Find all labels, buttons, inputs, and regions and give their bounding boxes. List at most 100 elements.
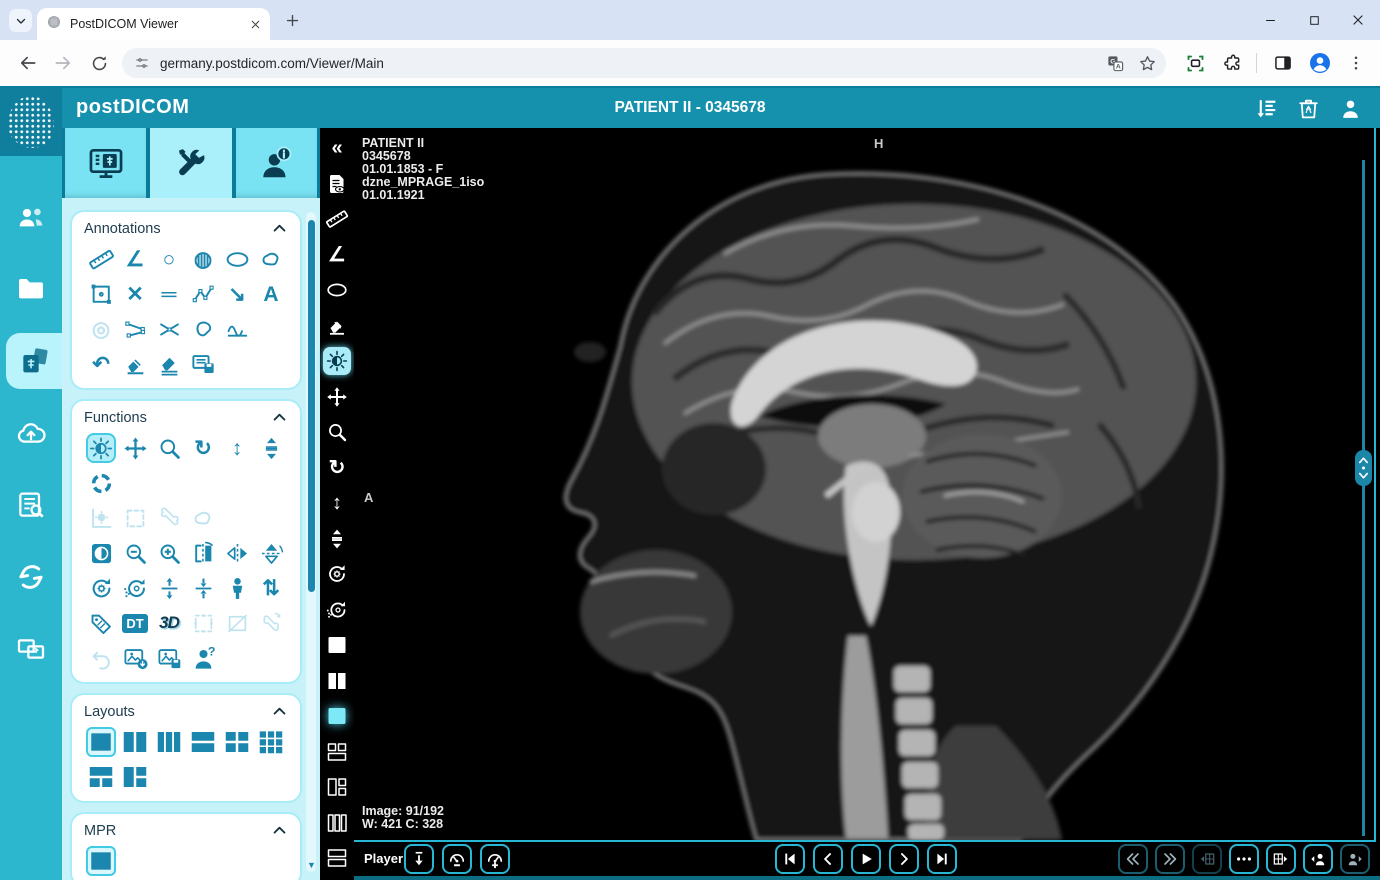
annotations-header[interactable]: Annotations [84, 220, 288, 237]
roi-dashed-icon[interactable] [120, 503, 150, 533]
rotate-icon[interactable]: ↻ [323, 454, 351, 482]
sync-icon[interactable] [14, 560, 48, 594]
fast-backward-icon[interactable] [1118, 844, 1148, 874]
patient-info-icon[interactable] [235, 128, 317, 198]
zoom-out-icon[interactable] [120, 538, 150, 568]
bookmark-star-icon[interactable] [1134, 50, 1160, 76]
patient-orientation-icon[interactable] [222, 573, 252, 603]
flip-page-icon[interactable] [188, 538, 218, 568]
eraser-icon[interactable] [323, 312, 351, 340]
patient-query-icon[interactable]: ? [188, 643, 218, 673]
layout-1x2-filled-icon[interactable] [323, 667, 351, 695]
url-bar[interactable]: germany.postdicom.com/Viewer/Main GA [122, 48, 1166, 78]
cloud-upload-icon[interactable] [14, 416, 48, 450]
nav-play-icon[interactable] [851, 844, 881, 874]
nav-last-icon[interactable] [927, 844, 957, 874]
o-1left-2right-icon[interactable] [323, 773, 351, 801]
rotate-icon[interactable]: ↻ [188, 433, 218, 463]
chevron-up-icon[interactable] [271, 409, 288, 426]
scroll-vertical-icon[interactable]: ↕ [323, 489, 351, 517]
browser-tab[interactable]: PostDICOM Viewer [37, 8, 270, 40]
window-minimize-icon[interactable] [1260, 10, 1280, 30]
sort-list-icon[interactable] [1253, 95, 1280, 122]
closed-freehand-icon[interactable] [188, 314, 218, 344]
series-next-icon[interactable] [1266, 844, 1296, 874]
screen-share-icon[interactable] [14, 632, 48, 666]
ruler-icon[interactable] [323, 205, 351, 233]
parallel-lines-icon[interactable]: ═ [154, 279, 184, 309]
scroll-vertical-icon[interactable]: ↕ [222, 433, 252, 463]
image-download-icon[interactable] [120, 643, 150, 673]
ellipse-icon[interactable] [222, 244, 252, 274]
image-scroll-track[interactable] [1362, 160, 1365, 836]
tools-icon[interactable] [150, 128, 232, 198]
reload-icon[interactable] [84, 48, 114, 78]
mpr-cut-icon[interactable] [86, 846, 116, 876]
layout-1left-2right-icon[interactable] [120, 762, 150, 792]
sidebar-toggle-icon[interactable] [1268, 48, 1298, 78]
crop-icon[interactable] [222, 608, 252, 638]
magnify-icon[interactable] [154, 433, 184, 463]
image-save-icon[interactable] [154, 643, 184, 673]
arrow-icon[interactable]: ↘ [222, 279, 252, 309]
nav-next-icon[interactable] [889, 844, 919, 874]
nav-prev-icon[interactable] [813, 844, 843, 874]
forward-icon[interactable] [48, 48, 78, 78]
freehand-icon[interactable] [256, 244, 286, 274]
cross-measure-icon[interactable]: ✕ [120, 279, 150, 309]
trash-icon[interactable] [1295, 95, 1322, 122]
new-tab-icon[interactable] [281, 9, 303, 31]
rect-roi-icon[interactable] [86, 279, 116, 309]
tab-close-icon[interactable] [250, 19, 261, 30]
ruler-icon[interactable] [86, 244, 116, 274]
flip-horizontal-icon[interactable] [222, 538, 252, 568]
o-3col-icon[interactable] [323, 809, 351, 837]
target-circle-icon[interactable] [86, 468, 116, 498]
cobb-angle-icon[interactable] [120, 314, 150, 344]
extensions-icon[interactable] [1218, 48, 1248, 78]
panel-scrollbar-thumb[interactable] [307, 220, 315, 592]
nav-first-icon[interactable] [775, 844, 805, 874]
report-view-icon[interactable] [323, 170, 351, 198]
histogram-wl-icon[interactable] [86, 503, 116, 533]
image-viewport[interactable]: PATIENT II 0345678 01.01.1853 - F dzne_M… [354, 128, 1376, 842]
zoom-in-icon[interactable] [154, 538, 184, 568]
magnify-icon[interactable] [323, 418, 351, 446]
back-icon[interactable] [13, 48, 43, 78]
layout-2x1-icon[interactable] [188, 727, 218, 757]
bone-icon[interactable] [154, 503, 184, 533]
patient-prev-icon[interactable] [1303, 844, 1333, 874]
account-icon[interactable] [1337, 95, 1364, 122]
site-info-icon[interactable] [134, 55, 150, 71]
layout-1x2-icon[interactable] [120, 727, 150, 757]
chevron-up-icon[interactable] [271, 822, 288, 839]
ellipse-icon[interactable] [323, 276, 351, 304]
scroll-down-arrow-icon[interactable]: ▼ [307, 861, 316, 870]
bone-rotate-icon[interactable] [256, 608, 286, 638]
hatched-circle-icon[interactable]: ◍ [188, 244, 218, 274]
search-list-icon[interactable] [14, 488, 48, 522]
play-direction-icon[interactable] [404, 844, 434, 874]
speed-down-icon[interactable] [442, 844, 472, 874]
collapse-vertical-icon[interactable] [188, 573, 218, 603]
angle-icon[interactable]: ∠ [323, 241, 351, 269]
mpr-header[interactable]: MPR [84, 822, 288, 839]
undo-icon[interactable]: ↶ [86, 349, 116, 379]
series-prev-icon[interactable] [1192, 844, 1222, 874]
reset-window-icon[interactable] [323, 596, 351, 624]
translate-icon[interactable]: GA [1102, 50, 1128, 76]
dt-icon[interactable]: DT [120, 608, 150, 638]
spline-wave-icon[interactable] [222, 314, 252, 344]
select-dashed-icon[interactable] [188, 608, 218, 638]
text-label-icon[interactable]: A [256, 279, 286, 309]
collapse-panel-icon[interactable]: « [323, 134, 351, 162]
o-2row-icon[interactable] [323, 844, 351, 872]
url-text[interactable]: germany.postdicom.com/Viewer/Main [160, 56, 1102, 71]
flip-vertical-icon[interactable] [256, 538, 286, 568]
chevron-up-icon[interactable] [271, 220, 288, 237]
patient-next-icon[interactable] [1340, 844, 1370, 874]
stack-scroll-icon[interactable] [323, 525, 351, 553]
layout-2x2-icon[interactable] [222, 727, 252, 757]
viewer-monitor-icon[interactable] [65, 128, 147, 198]
tag-icon[interactable] [86, 608, 116, 638]
